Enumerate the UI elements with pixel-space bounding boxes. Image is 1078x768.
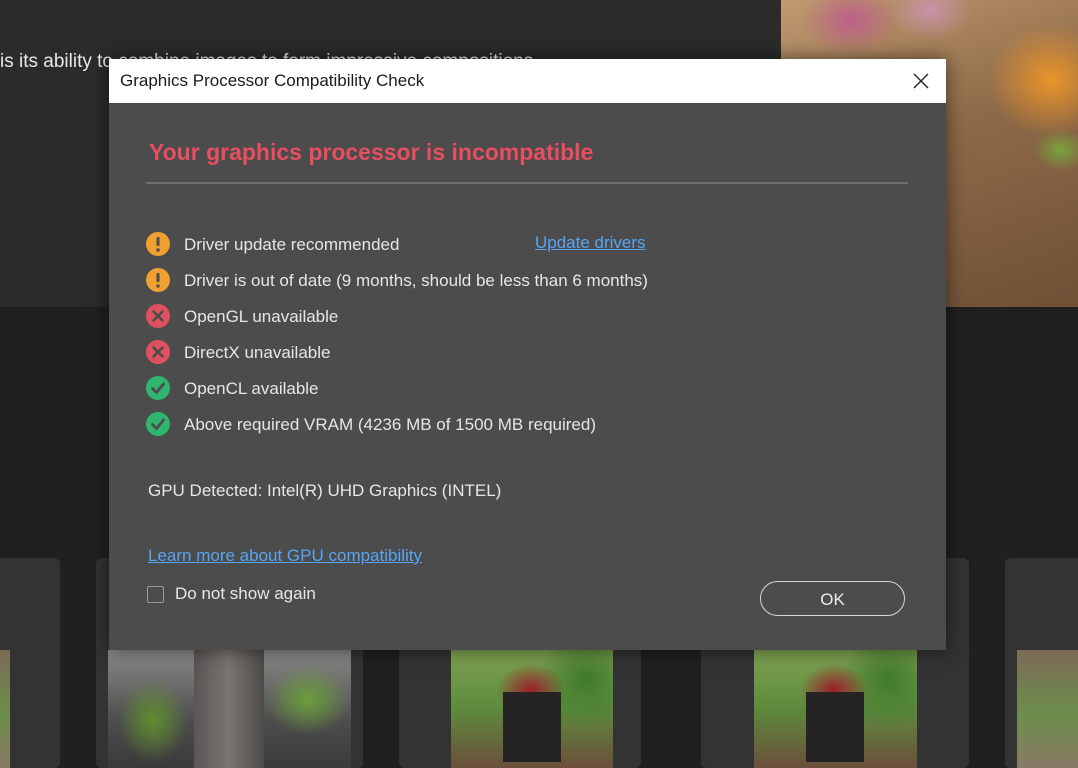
gpu-compatibility-dialog: Graphics Processor Compatibility Check Y… — [109, 59, 946, 650]
learn-more-link[interactable]: Learn more about GPU compatibility — [148, 546, 422, 566]
incompatible-headline: Your graphics processor is incompatible — [149, 139, 594, 165]
gpu-detected-text: GPU Detected: Intel(R) UHD Graphics (INT… — [148, 481, 502, 500]
close-icon — [913, 73, 929, 89]
gallery-thumbnail — [451, 650, 613, 768]
ok-button[interactable]: OK — [760, 581, 905, 616]
dialog-title: Graphics Processor Compatibility Check — [120, 71, 425, 90]
check-icon — [146, 412, 170, 436]
error-icon — [146, 340, 170, 364]
check-item-label: OpenGL unavailable — [184, 307, 339, 326]
gallery-thumbnail — [1017, 650, 1078, 768]
check-item-label: DirectX unavailable — [184, 343, 331, 362]
error-icon — [146, 304, 170, 328]
close-button[interactable] — [896, 59, 946, 103]
headline-divider — [146, 182, 908, 184]
gallery-card[interactable] — [1005, 558, 1078, 768]
warning-icon — [146, 232, 170, 256]
update-drivers-link[interactable]: Update drivers — [535, 233, 646, 253]
do-not-show-again-label: Do not show again — [175, 584, 316, 603]
ok-button-label: OK — [820, 590, 845, 609]
dialog-titlebar: Graphics Processor Compatibility Check — [109, 59, 946, 103]
gallery-thumbnail — [754, 650, 917, 768]
gallery-thumbnail — [0, 650, 10, 768]
gallery-card[interactable] — [0, 558, 60, 768]
check-item-label: Driver update recommended — [184, 235, 400, 254]
check-item-label: Driver is out of date (9 months, should … — [184, 271, 648, 290]
check-icon — [146, 376, 170, 400]
gallery-thumbnail — [108, 650, 351, 768]
warning-icon — [146, 268, 170, 292]
check-item-label: Above required VRAM (4236 MB of 1500 MB … — [184, 415, 596, 434]
do-not-show-again-checkbox[interactable] — [147, 586, 164, 603]
check-item-label: OpenCL available — [184, 379, 319, 398]
